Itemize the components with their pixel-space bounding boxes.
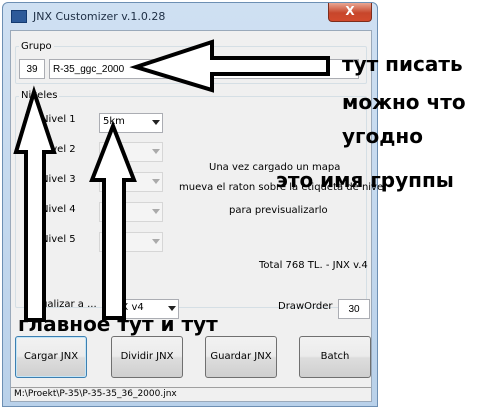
- arrow-left-annotation: [129, 39, 330, 93]
- note-anything-2: угодно: [342, 124, 423, 148]
- arrow-up-annotation-left: [13, 85, 57, 322]
- note-group-name: это имя группы: [276, 168, 454, 192]
- arrow-up-annotation-right: [89, 120, 137, 320]
- note-main-here: главное тут и тут: [18, 312, 218, 336]
- note-anything-1: можно что: [342, 90, 466, 114]
- note-write-here: тут писать: [342, 52, 463, 76]
